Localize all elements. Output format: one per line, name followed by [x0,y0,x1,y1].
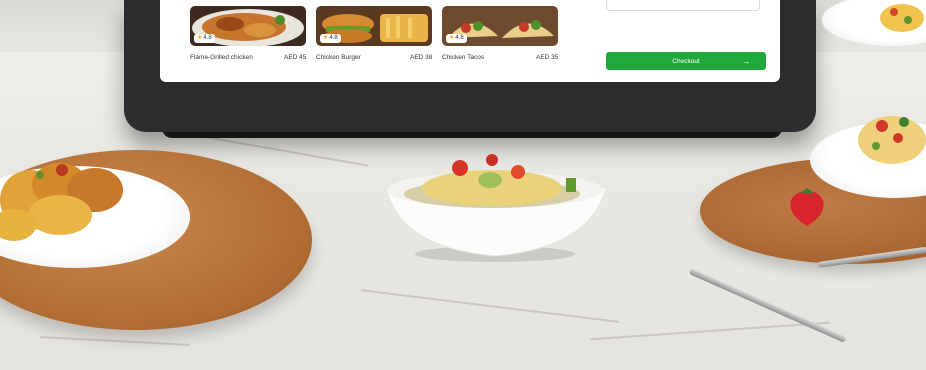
rating-badge: ★4.8 [194,34,215,43]
menu-card-flame-grilled-chicken[interactable]: ★4.8 [190,6,306,46]
menu-item-name: Chicken Burger [316,54,361,61]
salad-dish [858,116,926,164]
restaurant-table-scene: ★4.8 ★4.8 ★4.8 Flame-Grilled chicken AED… [0,0,926,370]
strawberry [790,188,824,226]
ordering-app-screen: ★4.8 ★4.8 ★4.8 Flame-Grilled chicken AED… [160,0,780,82]
food-top-right [880,4,924,32]
menu-card-chicken-tacos[interactable]: ★4.8 [442,6,558,46]
rating-value: 4.8 [455,35,464,41]
menu-item-name: Flame-Grilled chicken [190,54,253,61]
star-icon: ★ [449,35,455,41]
order-summary-field [606,0,760,11]
pastry-dish [0,163,123,241]
checkout-label: Checkout [672,57,700,65]
menu-item-price: AED 35 [536,54,559,61]
pasta-bowl [385,154,607,262]
rating-value: 4.8 [329,35,338,41]
menu-item-name: Chicken Tacos [442,54,485,61]
star-icon: ★ [197,35,203,41]
arrow-right-icon: → [742,56,750,66]
menu-item-price: AED 38 [410,54,433,61]
star-icon: ★ [323,35,329,41]
rating-badge: ★4.8 [446,34,467,43]
menu-item-price: AED 45 [284,54,307,61]
rating-value: 4.8 [203,35,212,41]
rating-badge: ★4.8 [320,34,341,43]
menu-card-chicken-burger[interactable]: ★4.8 [316,6,432,46]
checkout-button[interactable]: Checkout → [606,52,766,70]
